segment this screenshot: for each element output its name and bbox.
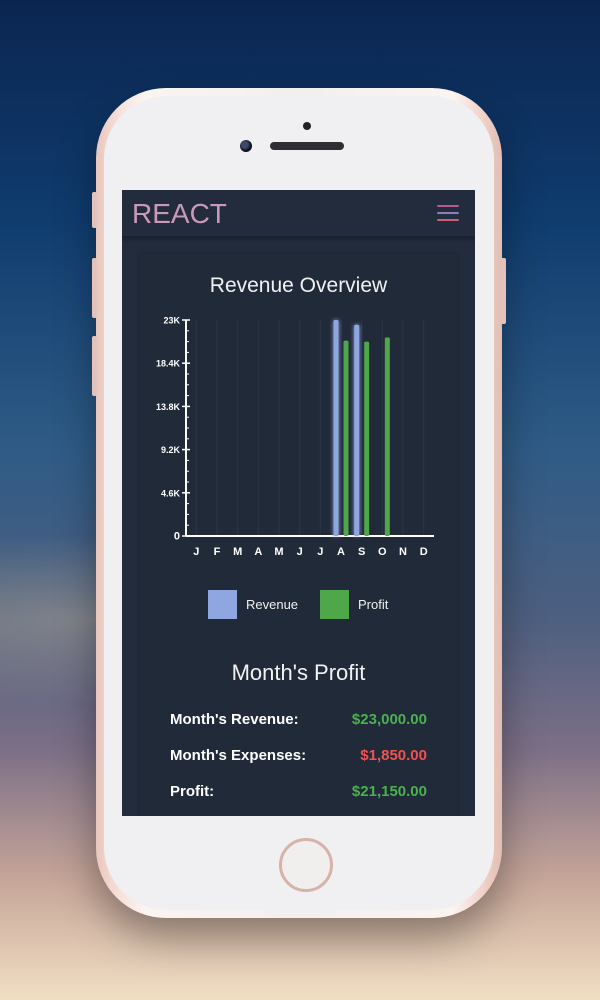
y-tick-label: 18.4K — [156, 359, 181, 369]
y-tick-label: 4.6K — [161, 488, 181, 498]
profit-bar — [343, 340, 349, 536]
x-tick-label: D — [420, 546, 428, 558]
brand-logo[interactable]: REACT — [132, 198, 227, 230]
months-profit-title: Month's Profit — [231, 660, 366, 685]
home-button[interactable] — [279, 838, 333, 892]
y-tick-label: 23K — [163, 316, 180, 326]
months-revenue-value: $23,000.00 — [351, 711, 427, 728]
x-tick-label: O — [378, 546, 387, 558]
app-screen: REACT Revenue Overview 0 4.6K 9.2K 13.8K 18.… — [122, 190, 475, 816]
hamburger-line-middle — [437, 212, 459, 214]
x-tick-label: J — [193, 546, 199, 558]
revenue-bar — [354, 324, 360, 536]
mute-switch — [92, 192, 97, 228]
x-tick-label: M — [274, 546, 283, 558]
hamburger-line-bottom — [437, 219, 459, 221]
y-tick-label: 0 — [174, 531, 180, 543]
front-camera-icon — [240, 140, 252, 152]
x-tick-label: A — [337, 546, 345, 558]
x-tick-label: J — [317, 546, 323, 558]
legend-revenue-label: Revenue — [246, 597, 299, 612]
power-button — [501, 258, 506, 324]
profit-bar — [364, 341, 370, 536]
x-tick-label: N — [399, 546, 407, 558]
months-expenses-label: Month's Expenses: — [170, 747, 307, 764]
x-tick-label: F — [214, 546, 221, 558]
x-tick-label: J — [297, 546, 303, 558]
y-tick-label: 13.8K — [156, 402, 181, 412]
legend-profit-label: Profit — [358, 597, 389, 612]
x-tick-label: A — [254, 546, 262, 558]
months-revenue-label: Month's Revenue: — [170, 711, 299, 728]
x-tick-label: S — [358, 546, 365, 558]
revenue-bar — [333, 320, 339, 536]
top-navbar: REACT — [122, 190, 475, 237]
revenue-chart: 04.6K9.2K13.8K18.4K23KJ F M A M J J A S O N D — [156, 316, 434, 558]
y-tick-label: 9.2K — [161, 445, 181, 455]
volume-up-button — [92, 258, 97, 318]
proximity-sensor — [303, 122, 311, 130]
legend-revenue-swatch[interactable] — [208, 590, 237, 619]
profit-label: Profit: — [170, 783, 215, 800]
profit-bar — [384, 337, 390, 536]
profit-value: $21,150.00 — [351, 783, 427, 800]
earpiece-speaker — [270, 142, 344, 150]
x-tick-label: M — [233, 546, 242, 558]
hamburger-line-top — [437, 205, 459, 207]
hamburger-menu-icon[interactable] — [437, 204, 459, 222]
months-expenses-value: $1,850.00 — [360, 747, 427, 764]
revenue-card: Revenue Overview 0 4.6K 9.2K 13.8K 18.4K 23K J… — [140, 254, 457, 816]
legend-profit-swatch[interactable] — [320, 590, 349, 619]
volume-down-button — [92, 336, 97, 396]
